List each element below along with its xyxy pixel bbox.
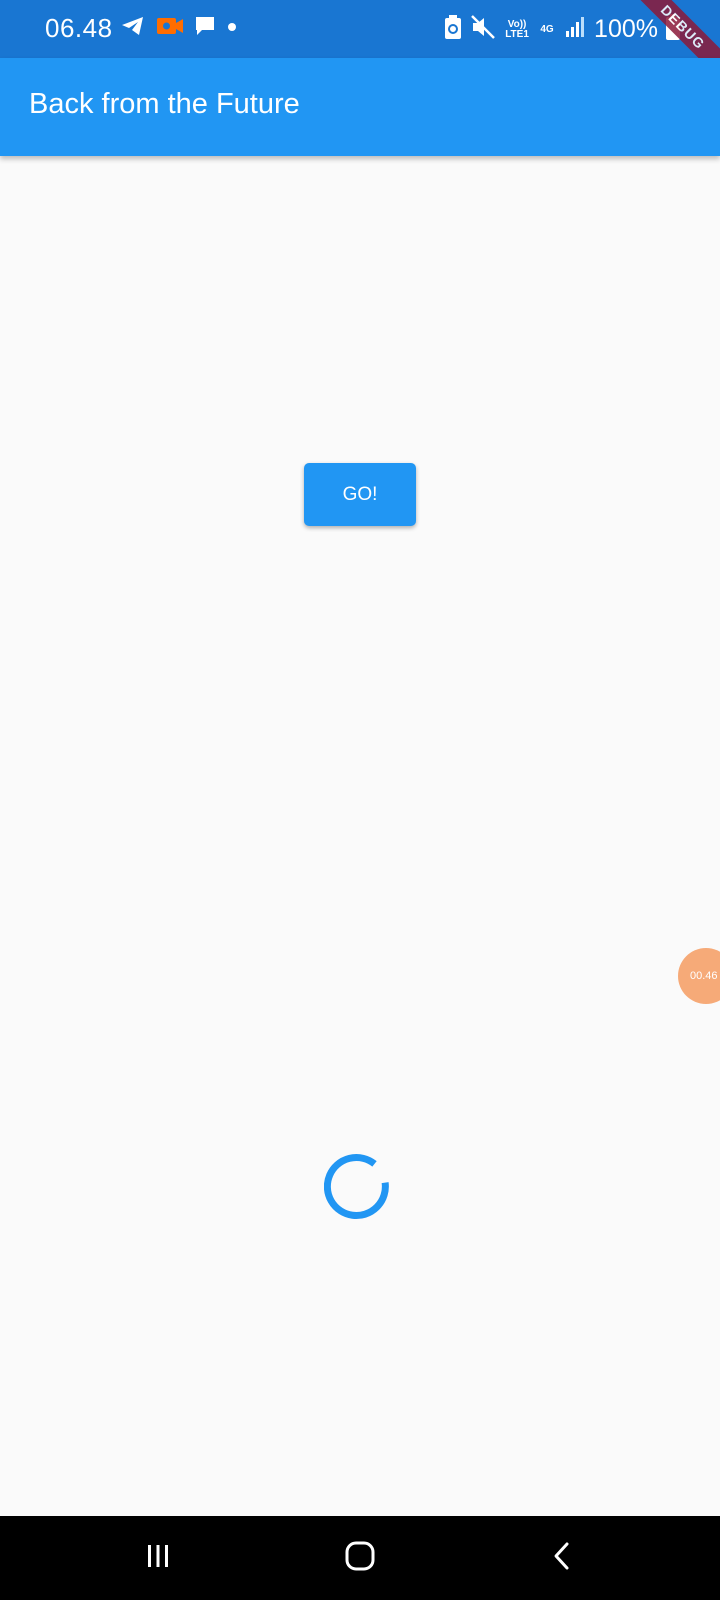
status-time: 06.48 bbox=[45, 13, 113, 43]
battery-saver-icon bbox=[444, 14, 462, 45]
home-icon bbox=[344, 1540, 376, 1577]
app-title: Back from the Future bbox=[29, 88, 300, 120]
screen-recorder-bubble[interactable]: 00.46 bbox=[678, 948, 720, 1004]
back-button[interactable] bbox=[540, 1536, 584, 1580]
status-bar: 06.48 Vo)) LTE1 4G 100% DEBUG bbox=[0, 0, 720, 88]
screen: 06.48 Vo)) LTE1 4G 100% DEBUG Back from … bbox=[0, 0, 720, 1600]
status-right-icons: Vo)) LTE1 4G 100% bbox=[444, 14, 680, 45]
nav-bar bbox=[0, 1516, 720, 1600]
app-bar: Back from the Future bbox=[0, 58, 720, 156]
video-recorder-icon bbox=[156, 15, 184, 42]
recent-apps-icon bbox=[144, 1542, 172, 1575]
loading-spinner bbox=[323, 1154, 396, 1226]
signal-icon bbox=[564, 16, 586, 43]
network-type-label: 4G bbox=[540, 23, 554, 35]
telegram-icon bbox=[120, 14, 146, 43]
back-icon bbox=[548, 1540, 576, 1577]
message-icon bbox=[194, 15, 216, 42]
dot-icon bbox=[226, 20, 238, 38]
battery-percent: 100% bbox=[594, 15, 658, 43]
mute-icon bbox=[470, 14, 496, 45]
volte-label: Vo)) LTE1 bbox=[505, 18, 529, 40]
recent-apps-button[interactable] bbox=[136, 1536, 180, 1580]
go-button[interactable]: GO! bbox=[304, 463, 416, 526]
status-left-icons bbox=[120, 14, 238, 43]
home-button[interactable] bbox=[338, 1536, 382, 1580]
